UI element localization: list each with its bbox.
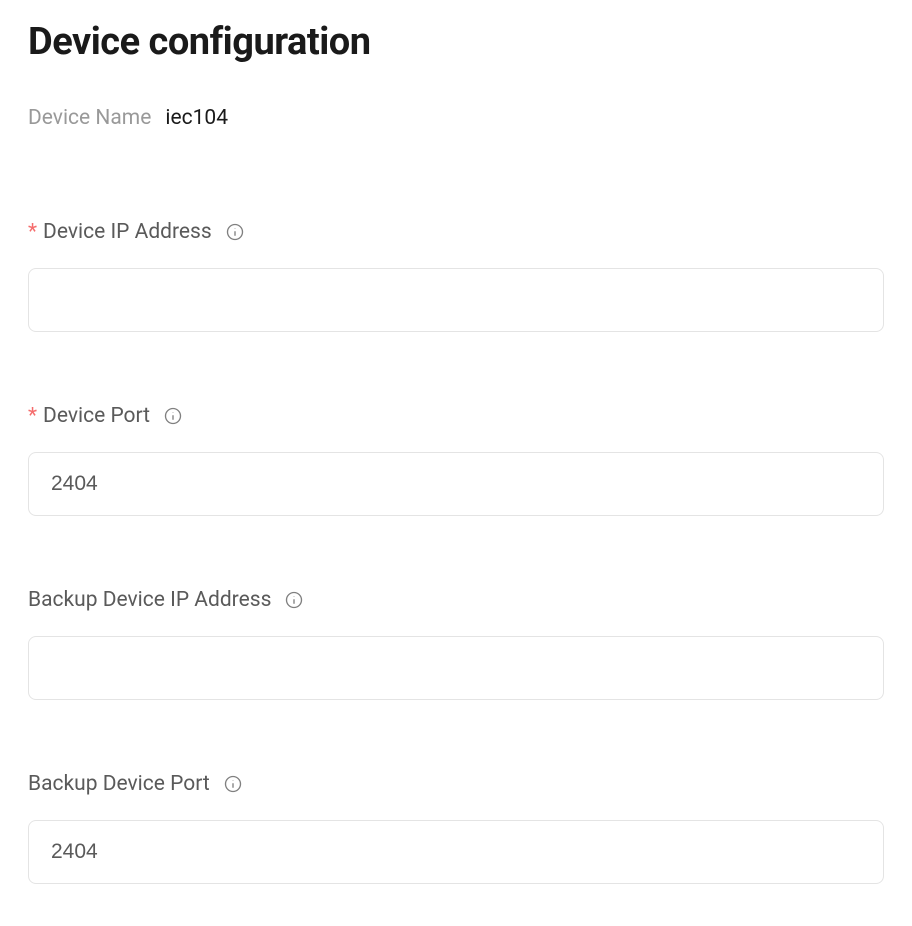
info-icon[interactable] — [164, 407, 182, 425]
backup-port-label: Backup Device Port — [28, 772, 210, 796]
device-port-group: * Device Port — [28, 404, 884, 516]
info-icon[interactable] — [285, 591, 303, 609]
device-name-label: Device Name — [28, 106, 151, 130]
required-asterisk: * — [28, 220, 37, 244]
device-name-row: Device Name iec104 — [28, 106, 884, 130]
device-ip-input[interactable] — [28, 268, 884, 332]
info-icon[interactable] — [226, 223, 244, 241]
info-icon[interactable] — [224, 775, 242, 793]
backup-ip-label-row: Backup Device IP Address — [28, 588, 884, 612]
backup-port-label-row: Backup Device Port — [28, 772, 884, 796]
device-ip-label-row: * Device IP Address — [28, 220, 884, 244]
device-port-label-row: * Device Port — [28, 404, 884, 428]
backup-port-group: Backup Device Port — [28, 772, 884, 884]
backup-ip-input[interactable] — [28, 636, 884, 700]
backup-ip-label: Backup Device IP Address — [28, 588, 271, 612]
device-name-value: iec104 — [165, 106, 228, 130]
required-asterisk: * — [28, 404, 37, 428]
device-ip-group: * Device IP Address — [28, 220, 884, 332]
device-ip-label: Device IP Address — [43, 220, 212, 244]
backup-port-input[interactable] — [28, 820, 884, 884]
backup-ip-group: Backup Device IP Address — [28, 588, 884, 700]
device-port-label: Device Port — [43, 404, 150, 428]
device-port-input[interactable] — [28, 452, 884, 516]
page-title: Device configuration — [28, 20, 884, 64]
